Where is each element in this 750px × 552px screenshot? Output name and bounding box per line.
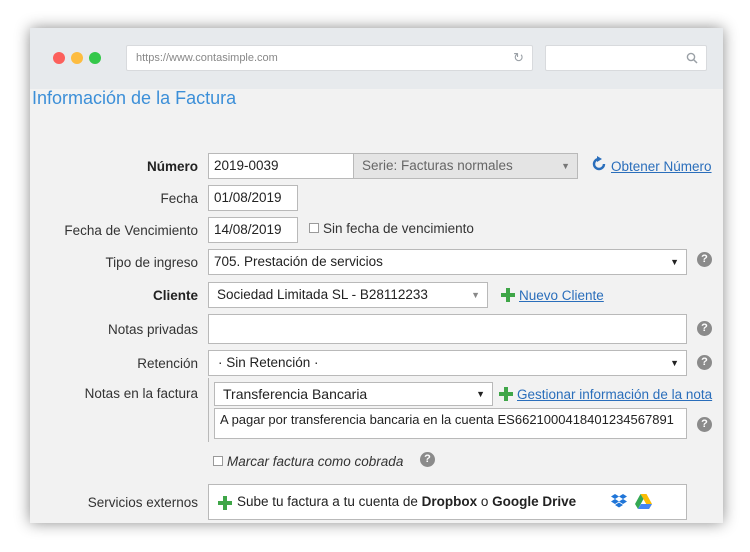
externos-box: Sube tu factura a tu cuenta de Dropbox o… xyxy=(208,484,687,520)
externos-text: Sube tu factura a tu cuenta de Dropbox o… xyxy=(237,494,576,509)
help-icon[interactable]: ? xyxy=(697,355,712,370)
cliente-label: Cliente xyxy=(152,288,198,303)
cobrada-label: Marcar factura como cobrada xyxy=(227,454,404,469)
dropbox-link[interactable]: Dropbox xyxy=(422,494,478,509)
externos-label: Servicios externos xyxy=(87,495,198,510)
nuevo-cliente-link[interactable]: Nuevo Cliente xyxy=(519,288,604,303)
retencion-select[interactable]: · Sin Retención · ▼ xyxy=(208,350,687,376)
externos-prefix: Sube tu factura a tu cuenta de xyxy=(237,494,422,509)
notas-privadas-textarea[interactable] xyxy=(208,314,687,344)
browser-window: https://www.contasimple.com ↻ Informació… xyxy=(30,28,723,523)
tipo-ingreso-select[interactable]: 705. Prestación de servicios ▼ xyxy=(208,249,687,275)
caret-down-icon: ▼ xyxy=(471,290,480,300)
help-icon[interactable]: ? xyxy=(697,252,712,267)
close-window-button[interactable] xyxy=(53,52,65,64)
obtener-numero-link[interactable]: Obtener Número xyxy=(611,159,712,174)
vencimiento-input[interactable]: 14/08/2019 xyxy=(208,217,298,243)
vencimiento-label: Fecha de Vencimiento xyxy=(64,223,198,238)
externos-conj: o xyxy=(477,494,493,509)
caret-down-icon: ▼ xyxy=(561,161,570,171)
retencion-label: Retención xyxy=(137,356,198,371)
fecha-label: Fecha xyxy=(160,191,198,206)
numero-label: Número xyxy=(146,159,198,174)
notas-factura-select[interactable]: Transferencia Bancaria ▼ xyxy=(214,382,493,406)
gdrive-link[interactable]: Google Drive xyxy=(492,494,576,509)
help-icon[interactable]: ? xyxy=(697,417,712,432)
notas-factura-textarea[interactable]: A pagar por transferencia bancaria en la… xyxy=(214,408,687,439)
retencion-value: · Sin Retención · xyxy=(218,355,319,370)
numero-input[interactable]: 2019-0039 xyxy=(208,153,354,179)
maximize-window-button[interactable] xyxy=(89,52,101,64)
tipo-ingreso-value: 705. Prestación de servicios xyxy=(214,254,383,269)
page-title: Información de la Factura xyxy=(32,88,237,108)
sin-vencimiento-checkbox[interactable] xyxy=(309,223,319,233)
caret-down-icon: ▼ xyxy=(476,389,485,399)
caret-down-icon: ▼ xyxy=(670,358,679,368)
notas-group-border xyxy=(208,378,209,442)
dropbox-icon[interactable] xyxy=(611,494,627,509)
browser-toolbar: https://www.contasimple.com ↻ xyxy=(30,28,723,89)
tipo-ingreso-label: Tipo de ingreso xyxy=(105,255,198,270)
help-icon[interactable]: ? xyxy=(697,321,712,336)
add-icon[interactable] xyxy=(218,496,232,510)
cliente-select[interactable]: Sociedad Limitada SL - B28112233 ▼ xyxy=(208,282,488,308)
address-bar[interactable]: https://www.contasimple.com ↻ xyxy=(126,45,533,71)
sin-vencimiento-label: Sin fecha de vencimiento xyxy=(323,221,474,236)
help-icon[interactable]: ? xyxy=(420,452,435,467)
add-icon[interactable] xyxy=(499,387,513,401)
search-icon xyxy=(686,52,698,64)
notas-privadas-label: Notas privadas xyxy=(107,322,198,337)
caret-down-icon: ▼ xyxy=(670,257,679,267)
notas-factura-label: Notas en la factura xyxy=(84,386,198,401)
browser-search-input[interactable] xyxy=(545,45,707,71)
serie-select-value: Serie: Facturas normales xyxy=(362,158,513,173)
add-icon[interactable] xyxy=(501,288,515,302)
google-drive-icon[interactable] xyxy=(635,494,652,509)
fecha-input[interactable]: 01/08/2019 xyxy=(208,185,298,211)
refresh-icon[interactable] xyxy=(591,156,607,172)
gestionar-nota-link[interactable]: Gestionar información de la nota xyxy=(517,387,712,402)
cobrada-checkbox[interactable] xyxy=(213,456,223,466)
reload-icon[interactable]: ↻ xyxy=(513,46,524,70)
notas-factura-select-value: Transferencia Bancaria xyxy=(223,386,368,402)
cliente-value: Sociedad Limitada SL - B28112233 xyxy=(217,287,428,302)
url-text: https://www.contasimple.com xyxy=(136,52,278,64)
minimize-window-button[interactable] xyxy=(71,52,83,64)
serie-select[interactable]: Serie: Facturas normales ▼ xyxy=(353,153,578,179)
